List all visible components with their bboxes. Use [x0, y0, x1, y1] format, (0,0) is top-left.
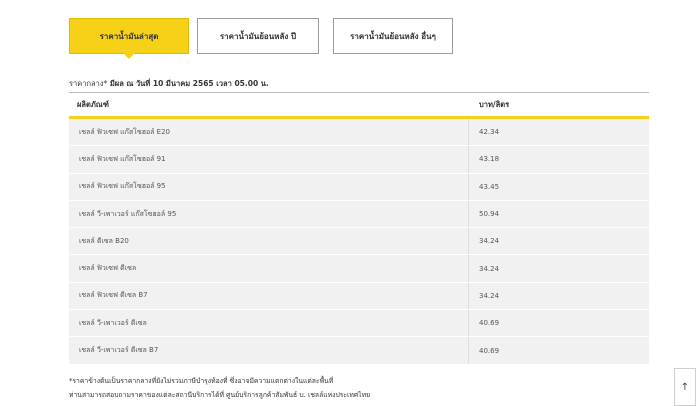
scroll-to-top-button[interactable]: ↑ [674, 368, 696, 406]
table-row: เชลล์ วี-เพาเวอร์ ดีเซล 40.69 [69, 310, 649, 338]
table-row: เชลล์ ฟิวเซฟ แก๊สโซฮอล์ 95 43.45 [69, 173, 649, 201]
table-header: ผลิตภัณฑ์ บาท/ลิตร [69, 92, 649, 119]
product-cell: เชลล์ ฟิวเซฟ แก๊สโซฮอล์ 91 [69, 146, 469, 173]
table-row: เชลล์ วี-เพาเวอร์ แก๊สโซฮอล์ 95 50.94 [69, 200, 649, 229]
footnote-line-1: *ราคาข้างต้นเป็นราคากลางที่ยังไม่รวมภาษี… [69, 377, 334, 385]
effective-date-notice: ราคากลาง* มีผล ณ วันที่ 10 มีนาคม 2565 เ… [69, 78, 269, 90]
notice-lead: ราคากลาง* [69, 79, 108, 88]
fuel-price-table: ผลิตภัณฑ์ บาท/ลิตร เชลล์ ฟิวเซฟ แก๊สโซฮอ… [69, 92, 649, 365]
tab-price-history-other[interactable]: ราคาน้ำมันย้อนหลัง อื่นๆ [333, 18, 453, 54]
product-cell: เชลล์ ดีเซล B20 [69, 228, 469, 255]
table-row: เชลล์ ฟิวเซฟ แก๊สโซฮอล์ E20 42.34 [69, 119, 649, 147]
price-cell: 40.69 [479, 346, 500, 355]
product-cell: เชลล์ ฟิวเซฟ ดีเซล B7 [69, 282, 469, 310]
table-row: เชลล์ ฟิวเซฟ ดีเซล B7 34.24 [69, 282, 649, 311]
price-cell: 50.94 [479, 210, 500, 219]
product-cell: เชลล์ วี-เพาเวอร์ ดีเซล B7 [69, 337, 469, 364]
price-cell: 42.34 [479, 128, 500, 137]
product-cell: เชลล์ วี-เพาเวอร์ แก๊สโซฮอล์ 95 [69, 200, 469, 228]
footnote-line-2: ท่านสามารถสอบถามราคาของแต่ละสถานีบริการไ… [69, 391, 371, 399]
footnote: *ราคาข้างต้นเป็นราคากลางที่ยังไม่รวมภาษี… [69, 374, 370, 402]
table-row: เชลล์ วี-เพาเวอร์ ดีเซล B7 40.69 [69, 337, 649, 365]
price-cell: 40.69 [479, 319, 500, 328]
product-cell: เชลล์ ฟิวเซฟ แก๊สโซฮอล์ 95 [69, 173, 469, 200]
product-cell: เชลล์ ฟิวเซฟ แก๊สโซฮอล์ E20 [69, 119, 469, 146]
header-product: ผลิตภัณฑ์ [77, 99, 109, 109]
arrow-up-icon: ↑ [680, 381, 690, 393]
table-row: เชลล์ ฟิวเซฟ แก๊สโซฮอล์ 91 43.18 [69, 146, 649, 174]
price-tabs: ราคาน้ำมันล่าสุด ราคาน้ำมันย้อนหลัง ปี ร… [69, 18, 453, 54]
price-cell: 43.18 [479, 155, 500, 164]
notice-text: มีผล ณ วันที่ 10 มีนาคม 2565 เวลา 05.00 … [109, 79, 269, 88]
price-cell: 34.24 [479, 291, 500, 300]
tab-price-history-year[interactable]: ราคาน้ำมันย้อนหลัง ปี [197, 18, 319, 54]
price-cell: 34.24 [479, 264, 500, 273]
table-row: เชลล์ ดีเซล B20 34.24 [69, 228, 649, 256]
table-row: เชลล์ ฟิวเซฟ ดีเซล 34.24 [69, 255, 649, 283]
header-price: บาท/ลิตร [479, 99, 510, 109]
product-cell: เชลล์ วี-เพาเวอร์ ดีเซล [69, 310, 469, 337]
tab-latest-price[interactable]: ราคาน้ำมันล่าสุด [69, 18, 189, 54]
product-cell: เชลล์ ฟิวเซฟ ดีเซล [69, 255, 469, 282]
price-cell: 43.45 [479, 182, 500, 191]
price-cell: 34.24 [479, 237, 500, 246]
